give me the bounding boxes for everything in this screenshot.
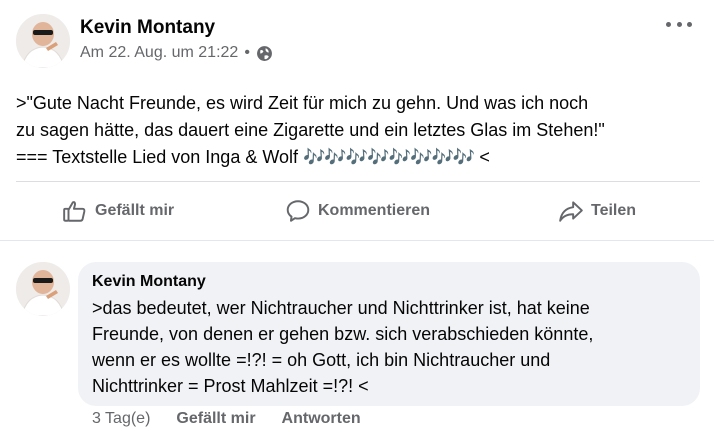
actions-divider — [16, 181, 700, 182]
comment-label: Kommentieren — [318, 202, 431, 219]
comment-text: >das bedeutet, wer Nichtraucher und Nich… — [92, 298, 594, 396]
share-icon — [559, 201, 583, 222]
comment-author-name[interactable]: Kevin Montany — [92, 272, 686, 292]
music-notes-emoji: 🎶🎶🎶🎶🎶🎶🎶🎶 — [303, 147, 475, 167]
like-button[interactable]: Gefällt mir — [62, 190, 174, 232]
comments-divider — [0, 240, 714, 241]
comment-reply-link[interactable]: Antworten — [282, 410, 361, 432]
post-text-end: < — [474, 147, 490, 167]
globe-icon — [257, 45, 272, 61]
share-label: Teilen — [591, 202, 637, 219]
comment-actions: 3 Tag(e) Gefällt mir Antworten — [92, 410, 387, 432]
meta-separator: • — [244, 44, 250, 61]
comment-like-link[interactable]: Gefällt mir — [176, 410, 255, 432]
thumbs-up-icon — [63, 201, 86, 222]
post-text: >"Gute Nacht Freunde, es wird Zeit für m… — [16, 90, 706, 171]
post-header: Kevin Montany Am 22. Aug. um 21:22 • — [16, 14, 700, 70]
commenter-avatar[interactable] — [16, 262, 70, 316]
more-options-icon[interactable] — [666, 16, 692, 32]
post-meta: Am 22. Aug. um 21:22 • — [80, 44, 273, 62]
post-timestamp[interactable]: Am 22. Aug. um 21:22 — [80, 44, 238, 62]
author-avatar[interactable] — [16, 14, 70, 68]
comment-bubble: Kevin Montany >das bedeutet, wer Nichtra… — [78, 262, 700, 406]
like-label: Gefällt mir — [95, 202, 175, 219]
comment-time[interactable]: 3 Tag(e) — [92, 410, 150, 432]
share-button[interactable]: Teilen — [558, 190, 636, 232]
post-actions-bar: Gefällt mir Kommentieren Teilen — [0, 190, 714, 232]
comment-button[interactable]: Kommentieren — [285, 190, 430, 232]
comment-icon — [286, 200, 310, 222]
post-author-name[interactable]: Kevin Montany — [80, 17, 215, 39]
